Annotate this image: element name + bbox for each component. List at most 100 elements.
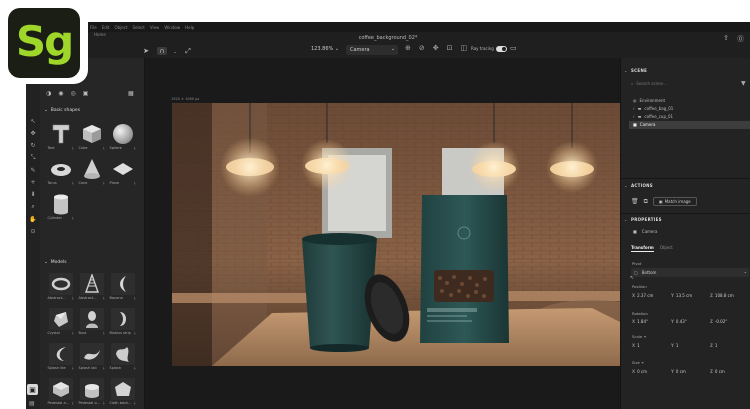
download-icon: ⤓ [71, 296, 74, 300]
asset-tile[interactable]: Splash lab ⤓ [76, 338, 107, 370]
select-tool-icon[interactable]: ↖ [30, 118, 35, 125]
camera-orbit-icon[interactable]: ⊘ [419, 44, 425, 52]
menu-view[interactable]: View [150, 25, 160, 30]
position-z-field[interactable]: Z 108.8 cm [710, 293, 748, 298]
library-icon[interactable]: ▤ [29, 400, 35, 407]
menu-window[interactable]: Window [164, 25, 180, 30]
asset-tile[interactable]: Crystal ⤓ [45, 303, 76, 335]
asset-tile[interactable]: Pedestal a... ⤓ [45, 373, 76, 405]
chevron-down-icon[interactable]: ⌄ [624, 183, 627, 188]
scene-render [172, 103, 642, 366]
menu-select[interactable]: Select [132, 25, 144, 30]
link-icon[interactable]: ⚭ [643, 334, 646, 339]
camera-dolly-icon[interactable]: ⊡ [447, 44, 453, 52]
position-x-field[interactable]: X 2.37 cm [632, 293, 670, 298]
tab-object[interactable]: Object [660, 245, 673, 252]
zoom-tool-icon[interactable]: ⌕ [31, 203, 34, 211]
camera-select-value: Camera [350, 47, 370, 53]
delete-icon[interactable]: 🗑 [631, 198, 639, 205]
scale-tool-icon[interactable]: ⤡ [31, 154, 36, 162]
rotate-tool-icon[interactable]: ↻ [30, 142, 35, 149]
add-icon[interactable]: + [30, 179, 35, 186]
size-fields: X0 cm Y0 cm Z0 cm [632, 369, 748, 374]
scene-item-coffee-bag[interactable]: › ▬ coffee_bag_01 [633, 106, 673, 111]
chevron-down-icon[interactable]: ⌄ [624, 217, 627, 222]
rotation-z-field[interactable]: Z -0.02° [710, 319, 748, 324]
scene-viewport[interactable] [172, 103, 642, 366]
size-y-field[interactable]: Y0 cm [671, 369, 709, 374]
asset-tile[interactable]: Pedestal o... ⤓ [76, 373, 107, 405]
grid-view-icon[interactable]: ▦ [128, 90, 134, 97]
share-icon[interactable]: ⇪ [723, 34, 729, 44]
camera-bookmark-icon[interactable]: ⊕ [405, 44, 411, 52]
hand-tool-icon[interactable]: ✋ [29, 216, 36, 223]
zoom-select[interactable]: 123.86% ⌄ [311, 46, 339, 52]
position-y-field[interactable]: Y 13.5 cm [671, 293, 709, 298]
asset-tile[interactable]: Splash ⤓ [107, 338, 138, 370]
asset-tile[interactable]: Splash lite ⤓ [45, 338, 76, 370]
menu-file[interactable]: File [90, 25, 97, 30]
cursor-icon: ↖ [630, 275, 635, 281]
rotation-x-field[interactable]: X 1.84° [632, 319, 670, 324]
size-z-field[interactable]: Z0 cm [710, 369, 748, 374]
sample-tool-icon[interactable]: ⊙ [30, 228, 35, 235]
size-x-field[interactable]: X0 cm [632, 369, 670, 374]
link-icon[interactable]: ⚭ [641, 360, 644, 365]
scene-item-camera[interactable]: ■ Camera [633, 122, 655, 127]
asset-tile[interactable]: Abstract... ⤓ [76, 268, 107, 300]
magnet-snap-icon[interactable]: ∩ [157, 47, 167, 55]
tab-transform[interactable]: Transform [631, 245, 654, 252]
scene-item-coffee-cup[interactable]: › ▬ coffee_cup_01 [633, 114, 673, 119]
asset-tile[interactable]: Text ⤓ [45, 118, 76, 150]
scale-y-field[interactable]: Y1 [671, 343, 709, 348]
select-tool-icon[interactable]: ➤ [141, 47, 151, 55]
pen-tool-icon[interactable]: ✎ [30, 167, 35, 174]
asset-tile[interactable]: Mobius strip ⤓ [107, 303, 138, 335]
ray-tracing-toggle[interactable] [496, 46, 507, 52]
scale-z-field[interactable]: Z1 [710, 343, 748, 348]
asset-tile[interactable]: Plane ⤓ [107, 153, 138, 185]
asset-tile[interactable]: Cone ⤓ [76, 153, 107, 185]
menu-items: File Edit Object Select View Window Help [90, 22, 194, 32]
drop-tool-icon[interactable]: ⬇ [30, 191, 35, 198]
materials-filter-icon[interactable]: ◉ [58, 90, 63, 97]
models-filter-icon[interactable]: ◑ [46, 90, 51, 97]
asset-tile[interactable]: Cube ⤓ [76, 118, 107, 150]
models-header[interactable]: ⌄ Models [44, 260, 67, 265]
asset-tile[interactable]: Bust ⤓ [76, 303, 107, 335]
asset-tile[interactable]: Cylinder ⤓ [45, 188, 76, 220]
asset-label: Cloth back... [109, 401, 132, 405]
duplicate-icon[interactable]: ⧉ [644, 198, 648, 206]
basic-shapes-header[interactable]: ⌄ Basic shapes [44, 108, 80, 113]
images-filter-icon[interactable]: ▣ [83, 90, 89, 97]
menu-object[interactable]: Object [114, 25, 127, 30]
menu-help[interactable]: Help [185, 25, 194, 30]
chevron-down-icon[interactable]: ⌄ [624, 68, 627, 73]
lights-filter-icon[interactable]: ◎ [71, 90, 76, 97]
asset-label: Cube [78, 146, 88, 150]
asset-tile[interactable]: Banana ⤓ [107, 268, 138, 300]
camera-view-icon[interactable]: ◫ [461, 44, 468, 52]
chevron-down-icon[interactable]: ⌄ [173, 49, 177, 54]
camera-select[interactable]: Camera ⌄ [346, 45, 398, 55]
scene-item-environment[interactable]: ◍ Environment [633, 98, 665, 103]
filter-icon[interactable]: ▼ [741, 80, 746, 87]
splash-lab-icon [79, 343, 104, 365]
render-preview-icon[interactable]: ▭ [510, 44, 517, 52]
pivot-select[interactable]: ▢ Bottom ⌄ [631, 268, 749, 277]
camera-pan-icon[interactable]: ✥ [433, 44, 439, 52]
asset-tile[interactable]: Abstract... ⤓ [45, 268, 76, 300]
scene-search-input[interactable]: ⌕ Search scene... [631, 79, 739, 88]
scale-x-field[interactable]: X1 [632, 343, 670, 348]
asset-tile[interactable]: Sphere ⤓ [107, 118, 138, 150]
assets-panel-icon[interactable]: ▣ [27, 384, 38, 395]
asset-tile[interactable]: Torus ⤓ [45, 153, 76, 185]
align-icon[interactable]: ⤢ [183, 47, 193, 56]
match-image-button[interactable]: ▣ Match image [652, 197, 697, 206]
menu-edit[interactable]: Edit [102, 25, 110, 30]
asset-tile[interactable]: Cloth back... ⤓ [107, 373, 138, 405]
rotation-y-field[interactable]: Y 0.43° [671, 319, 709, 324]
help-icon[interactable]: ⓪ [737, 34, 744, 44]
canvas-area[interactable]: 1920 × 1080 px [145, 58, 642, 409]
move-tool-icon[interactable]: ✥ [30, 130, 35, 137]
